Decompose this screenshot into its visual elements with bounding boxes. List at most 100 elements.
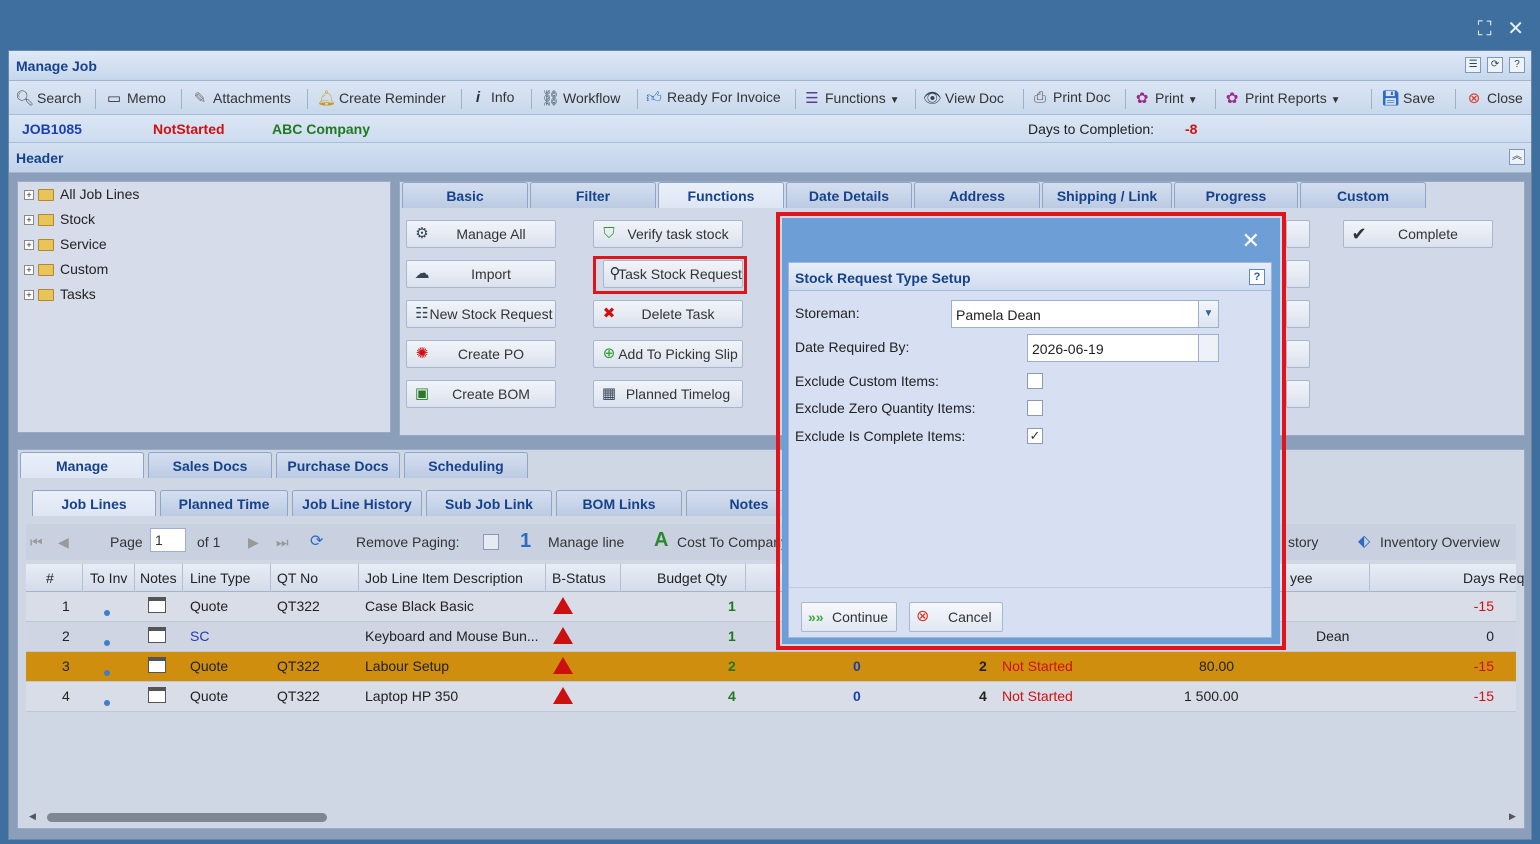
col-header-number[interactable]: # [46,570,54,586]
tab-manage[interactable]: Manage [20,452,144,478]
tab-sales-docs[interactable]: Sales Docs [148,452,272,478]
expand-icon[interactable]: + [24,215,34,226]
expand-icon[interactable]: + [24,240,34,251]
inventory-overview-button[interactable]: Inventory Overview [1380,534,1500,550]
attachments-button[interactable]: ✎ Attachments [191,89,291,107]
table-row-selected[interactable]: 3 Quote QT322 Labour Setup 2 0 2 Not Sta… [26,652,1516,682]
chevron-down-icon[interactable]: ▼ [1198,301,1218,327]
tab-date-details[interactable]: Date Details [786,182,912,208]
close-button[interactable]: ⊗ Close [1465,89,1523,107]
create-po-button[interactable]: ✺ Create PO [406,340,556,368]
complete-button[interactable]: ✔ Complete [1343,220,1493,248]
tree-item-custom[interactable]: + Custom [24,261,108,281]
refresh-icon[interactable]: ⟳ [1487,57,1504,73]
help-icon[interactable]: ? [1249,269,1265,285]
expand-icon[interactable]: + [24,265,34,276]
maximize-icon[interactable]: ⛶ [1478,18,1492,40]
tab-custom[interactable]: Custom [1300,182,1426,208]
dialog-close-icon[interactable]: ✕ [1242,228,1260,254]
exclude-complete-checkbox[interactable]: ✓ [1027,428,1043,444]
col-header-days-req[interactable]: Days Req [1463,570,1524,586]
functions-menu[interactable]: ☰ Functions ▼ [803,89,899,107]
notes-icon[interactable] [148,687,166,706]
ready-for-invoice-button[interactable]: 👍︎ Ready For Invoice [645,89,780,107]
new-stock-request-button[interactable]: ☷ New Stock Request [406,300,556,328]
tab-scheduling[interactable]: Scheduling [404,452,528,478]
col-header-notes[interactable]: Notes [140,570,177,586]
storeman-select[interactable]: Pamela Dean ▼ [951,300,1219,328]
print-reports-menu[interactable]: ✿ Print Reports ▼ [1223,89,1341,107]
tree-item-stock[interactable]: + Stock [24,211,95,231]
planned-timelog-button[interactable]: ▦ Planned Timelog [593,380,743,408]
exclude-custom-checkbox[interactable] [1027,373,1043,389]
verify-task-stock-button[interactable]: ⛉ Verify task stock [593,220,743,248]
print-doc-button[interactable]: ⎙ Print Doc [1031,89,1111,106]
col-header-qt-no[interactable]: QT No [277,570,318,586]
scroll-left-icon[interactable]: ◀ [29,811,36,822]
cancel-button[interactable]: ⊗ Cancel [909,602,1003,632]
continue-button[interactable]: »» Continue [801,602,897,632]
cost-to-company-button[interactable]: Cost To Company [677,534,788,550]
col-header-line-type[interactable]: Line Type [190,570,250,586]
col-header-description[interactable]: Job Line Item Description [365,570,523,586]
memo-button[interactable]: ▭ Memo [105,89,166,107]
page-number-input[interactable]: 1 [150,528,186,552]
scrollbar-thumb[interactable] [47,813,327,822]
list-icon[interactable]: ☰ [1465,57,1482,73]
horizontal-scrollbar[interactable]: ◀ ▶ [29,811,1525,823]
exclude-zero-checkbox[interactable] [1027,400,1043,416]
hidden-function-button[interactable] [1286,220,1310,248]
manage-all-button[interactable]: ⚙ Manage All [406,220,556,248]
search-button[interactable]: 🔍︎ Search [15,89,81,107]
tab-functions[interactable]: Functions [658,182,784,208]
hidden-function-button[interactable] [1286,340,1310,368]
notes-icon[interactable] [148,597,166,616]
tree-item-service[interactable]: + Service [24,236,107,256]
tree-item-tasks[interactable]: + Tasks [24,286,96,306]
close-icon[interactable]: ✕ [1507,18,1524,40]
manage-line-button[interactable]: Manage line [548,534,624,550]
notes-icon[interactable] [148,627,166,646]
tree-item-all-job-lines[interactable]: + All Job Lines [24,186,139,206]
table-row[interactable]: 1 Quote QT322 Case Black Basic 1 -15 [26,592,1516,622]
save-button[interactable]: 💾︎ Save [1381,89,1435,107]
create-reminder-button[interactable]: 🔔︎ Create Reminder [317,89,446,107]
col-header-budget-qty[interactable]: Budget Qty [657,570,727,586]
tab-address[interactable]: Address [914,182,1040,208]
tab-job-lines[interactable]: Job Lines [32,490,156,516]
import-button[interactable]: ☁ Import [406,260,556,288]
tab-basic[interactable]: Basic [402,182,528,208]
tab-filter[interactable]: Filter [530,182,656,208]
calendar-icon[interactable] [1198,335,1218,361]
hidden-function-button[interactable] [1286,300,1310,328]
notes-icon[interactable] [148,657,166,676]
tab-sub-job-link[interactable]: Sub Job Link [426,490,552,516]
tab-purchase-docs[interactable]: Purchase Docs [276,452,400,478]
hidden-function-button[interactable] [1286,380,1310,408]
col-header-b-status[interactable]: B-Status [552,570,606,586]
expand-icon[interactable]: + [24,290,34,301]
create-bom-button[interactable]: ▣ Create BOM [406,380,556,408]
date-required-field[interactable]: 2026-06-19 [1027,334,1219,362]
remove-paging-checkbox[interactable] [483,534,499,550]
tab-shipping-link[interactable]: Shipping / Link [1042,182,1172,208]
first-page-icon[interactable]: ⏮ [30,534,43,551]
delete-task-button[interactable]: ✖ Delete Task [593,300,743,328]
view-doc-button[interactable]: 👁︎ View Doc [923,89,1004,107]
next-page-icon[interactable]: ▶ [248,534,259,551]
expand-icon[interactable]: + [24,190,34,201]
help-icon[interactable]: ? [1509,57,1525,73]
tab-bom-links[interactable]: BOM Links [556,490,682,516]
info-button[interactable]: i Info [469,89,514,106]
tab-job-line-history[interactable]: Job Line History [292,490,422,516]
tab-planned-time[interactable]: Planned Time [160,490,288,516]
workflow-button[interactable]: ⛓ Workflow [541,89,620,107]
table-row[interactable]: 4 Quote QT322 Laptop HP 350 4 0 4 Not St… [26,682,1516,712]
hidden-function-button[interactable] [1286,260,1310,288]
prev-page-icon[interactable]: ◀ [58,534,69,551]
print-menu[interactable]: ✿ Print ▼ [1133,89,1198,107]
last-page-icon[interactable]: ⏭ [276,534,289,551]
col-header-to-inv[interactable]: To Inv [90,570,127,586]
table-row[interactable]: 2 SC Keyboard and Mouse Bun... 1 Dean 0 [26,622,1516,652]
col-header-assignee[interactable]: yee [1290,570,1313,586]
